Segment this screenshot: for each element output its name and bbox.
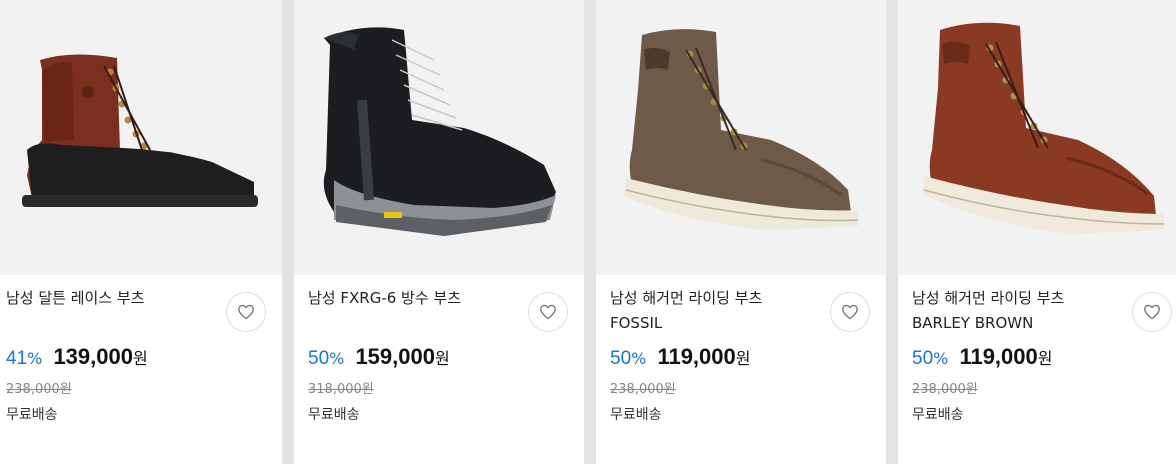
product-card[interactable]: 남성 FXRG-6 방수 부츠 50% 159,000원 318,000원 무료…	[294, 0, 584, 464]
price-row: 50% 119,000원	[610, 344, 850, 370]
product-grid: 남성 달튼 레이스 부츠 41% 139,000원 238,000원 무료배송	[0, 0, 1176, 464]
original-price: 238,000원	[912, 382, 978, 397]
sale-price: 119,000	[657, 344, 736, 369]
discount-rate: 50	[610, 348, 632, 369]
product-info: 남성 달튼 레이스 부츠 41% 139,000원 238,000원 무료배송	[6, 286, 206, 423]
wishlist-button[interactable]	[226, 292, 266, 332]
product-info: 남성 FXRG-6 방수 부츠 50% 159,000원 318,000원 무료…	[308, 286, 508, 423]
heart-outline-icon	[540, 304, 556, 320]
original-price: 318,000원	[308, 382, 374, 397]
shipping-label: 무료배송	[610, 407, 662, 423]
product-info: 남성 해거먼 라이딩 부츠 FOSSIL 50% 119,000원 238,00…	[610, 286, 810, 423]
product-card[interactable]: 남성 달튼 레이스 부츠 41% 139,000원 238,000원 무료배송	[0, 0, 282, 464]
heart-outline-icon	[238, 304, 254, 320]
product-image[interactable]	[0, 0, 282, 275]
boot-image-hagerman-fossil	[624, 29, 859, 230]
shipping-label: 무료배송	[912, 407, 964, 423]
wishlist-button[interactable]	[830, 292, 870, 332]
currency: 원	[1037, 349, 1053, 368]
currency: 원	[735, 349, 751, 368]
original-price: 238,000원	[610, 382, 676, 397]
product-name[interactable]: 남성 달튼 레이스 부츠	[6, 286, 206, 338]
product-card[interactable]: 남성 해거먼 라이딩 부츠 FOSSIL 50% 119,000원 238,00…	[596, 0, 886, 464]
discount-rate: 50	[912, 348, 934, 369]
sale-price: 159,000	[355, 344, 435, 369]
boot-image-fxrg6	[323, 27, 556, 236]
product-name[interactable]: 남성 해거먼 라이딩 부츠 BARLEY BROWN	[912, 286, 1112, 338]
sale-price: 139,000	[53, 344, 133, 369]
product-info: 남성 해거먼 라이딩 부츠 BARLEY BROWN 50% 119,000원 …	[912, 286, 1112, 423]
wishlist-button[interactable]	[528, 292, 568, 332]
heart-outline-icon	[842, 304, 858, 320]
discount-rate: 41	[6, 348, 28, 369]
product-name[interactable]: 남성 FXRG-6 방수 부츠	[308, 286, 508, 338]
product-card[interactable]: 남성 해거먼 라이딩 부츠 BARLEY BROWN 50% 119,000원 …	[898, 0, 1176, 464]
original-price: 238,000원	[6, 382, 72, 397]
price-row: 50% 159,000원	[308, 344, 548, 370]
currency: 원	[132, 349, 148, 368]
product-name[interactable]: 남성 해거먼 라이딩 부츠 FOSSIL	[610, 286, 810, 338]
discount-unit: %	[329, 349, 345, 368]
currency: 원	[434, 349, 450, 368]
wishlist-button[interactable]	[1132, 292, 1172, 332]
shipping-label: 무료배송	[308, 407, 360, 423]
heart-outline-icon	[1144, 304, 1160, 320]
discount-unit: %	[631, 349, 647, 368]
boot-image-hagerman-barley	[922, 22, 1165, 234]
sale-price: 119,000	[959, 344, 1038, 369]
price-row: 50% 119,000원	[912, 344, 1152, 370]
product-image[interactable]	[294, 0, 584, 275]
product-image[interactable]	[596, 0, 886, 275]
product-image[interactable]	[898, 0, 1176, 275]
discount-rate: 50	[308, 348, 330, 369]
discount-unit: %	[933, 349, 949, 368]
discount-unit: %	[27, 349, 43, 368]
shipping-label: 무료배송	[6, 407, 58, 423]
boot-image-dalton	[22, 54, 258, 207]
price-row: 41% 139,000원	[6, 344, 246, 370]
